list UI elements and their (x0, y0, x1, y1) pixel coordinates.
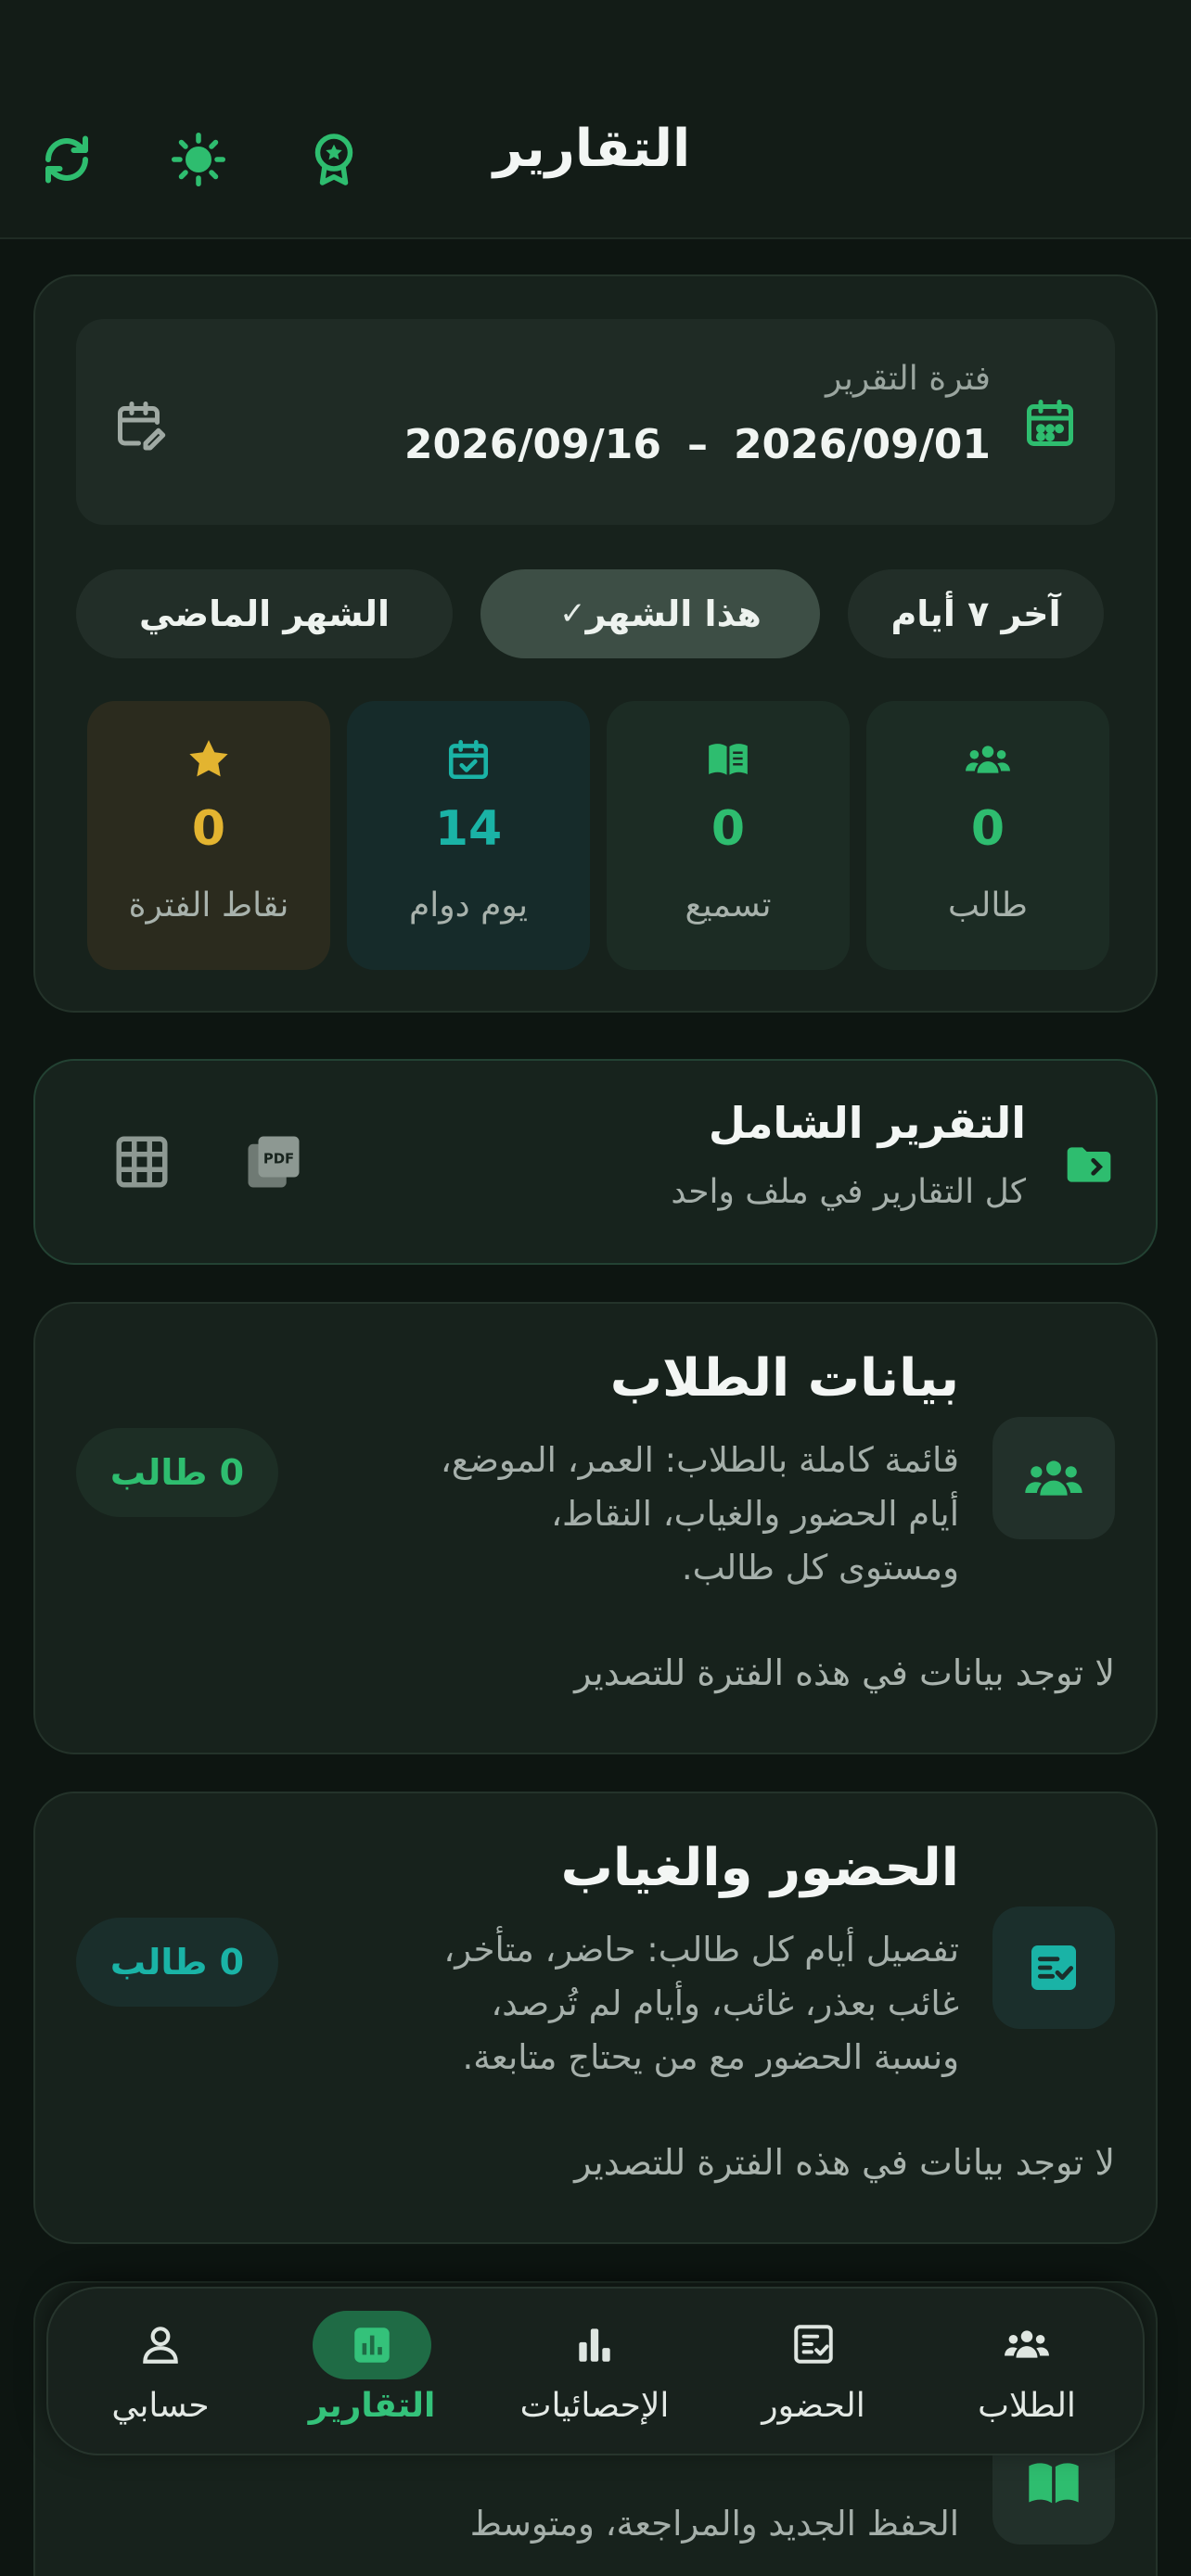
nav-label: حسابي (111, 2387, 210, 2425)
period-from: 2026/09/01 (733, 421, 991, 468)
nav-label: التقارير (308, 2387, 436, 2425)
star-icon (189, 740, 228, 777)
period-filters: آخر ٧ أيام هذا الشهر ✓ الشهر الماضي (76, 569, 1104, 658)
period-card: فترة التقرير 2026/09/16–2026/09/01 آخر ٧… (33, 274, 1158, 1013)
stat-label: تسميع (685, 886, 772, 925)
period-selector[interactable]: فترة التقرير 2026/09/16–2026/09/01 (76, 319, 1115, 525)
nav-attendance[interactable]: الحضور (707, 2289, 920, 2457)
book-icon (709, 744, 748, 775)
stat-value: 0 (970, 801, 1005, 857)
award-badge-icon (314, 134, 353, 185)
period-range: 2026/09/16–2026/09/01 (404, 421, 991, 468)
no-data-message: لا توجد بيانات في هذه الفترة للتصدير (574, 1652, 1115, 1693)
app-bar: التقارير (0, 0, 1191, 239)
users-icon (1005, 2330, 1049, 2358)
period-to: 2026/09/16 (403, 421, 661, 468)
stat-value: 14 (434, 801, 503, 857)
student-count-badge: 0 طالب (76, 1918, 278, 2007)
filter-label: هذا الشهر (585, 593, 762, 634)
stat-value: 0 (191, 801, 226, 857)
nav-label: الطلاب (978, 2387, 1076, 2425)
person-icon (143, 2327, 178, 2364)
bottom-navigation: الطلاب الحضور الإحصائيات التقارير حسابي (46, 2287, 1145, 2455)
report-icon (354, 2327, 390, 2363)
pdf-icon-text: PDF (263, 1150, 294, 1167)
nav-label: الحضور (762, 2387, 865, 2425)
nav-students[interactable]: الطلاب (920, 2289, 1133, 2457)
stat-recitations: 0 تسميع (607, 701, 850, 970)
report-description: الحفظ الجديد والمراجعة، ومتوسط (469, 2504, 959, 2544)
report-description: قائمة كاملة بالطلاب: العمر، الموضع، أيام… (440, 1440, 959, 1588)
nav-label: الإحصائيات (519, 2387, 670, 2425)
student-count-badge: 0 طالب (76, 1428, 278, 1517)
filter-last-7-days[interactable]: آخر ٧ أيام (848, 569, 1104, 658)
folder-export-icon (1067, 1147, 1111, 1182)
stat-value: 0 (711, 801, 746, 857)
book-icon (1029, 2463, 1079, 2504)
pdf-icon: PDF (248, 1136, 300, 1188)
checklist-icon (1031, 1945, 1076, 1990)
check-icon: ✓ (559, 595, 586, 632)
filter-last-month[interactable]: الشهر الماضي (76, 569, 453, 658)
sun-icon (172, 133, 225, 186)
refresh-icon (45, 135, 88, 184)
filter-label: آخر ٧ أيام (890, 593, 1061, 634)
checklist-icon (794, 2325, 833, 2364)
filter-this-month[interactable]: هذا الشهر ✓ (480, 569, 820, 658)
page-title: التقارير (493, 119, 691, 179)
students-report-card[interactable]: بيانات الطلاب قائمة كاملة بالطلاب: العمر… (33, 1302, 1158, 1754)
attendance-report-card[interactable]: الحضور والغياب تفصيل أيام كل طالب: حاضر،… (33, 1792, 1158, 2244)
stat-label: يوم دوام (408, 886, 529, 925)
comprehensive-title: التقرير الشامل (708, 1098, 1026, 1148)
export-pdf-button[interactable]: PDF (243, 1131, 304, 1192)
nav-statistics[interactable]: الإحصائيات (488, 2289, 701, 2457)
calendar-icon (1027, 400, 1073, 446)
stat-label: نقاط الفترة (128, 886, 289, 925)
report-icon-tile (992, 1417, 1115, 1539)
report-description: تفصيل أيام كل طالب: حاضر، متأخر، غائب بع… (443, 1930, 959, 2077)
report-title: الحضور والغياب (560, 1838, 959, 1898)
stat-period-points: 0 نقاط الفترة (87, 701, 330, 970)
comprehensive-subtitle: كل التقارير في ملف واحد (671, 1173, 1026, 1211)
comprehensive-report-card[interactable]: التقرير الشامل كل التقارير في ملف واحد P… (33, 1059, 1158, 1265)
grid-icon (116, 1136, 168, 1188)
stat-students: 0 طالب (866, 701, 1109, 970)
stat-label: طالب (948, 886, 1028, 925)
reports-screen: التقارير فترة التقرير 2026/09/16 – 2026/… (0, 0, 1191, 2576)
stat-work-days: 14 يوم دوام (347, 701, 590, 970)
nav-account[interactable]: حسابي (54, 2289, 267, 2457)
period-separator: – (686, 421, 708, 468)
users-icon (966, 746, 1010, 773)
filter-label: الشهر الماضي (138, 593, 391, 634)
period-label: فترة التقرير (825, 360, 991, 398)
export-excel-button[interactable] (111, 1131, 173, 1192)
no-data-message: لا توجد بيانات في هذه الفترة للتصدير (574, 2142, 1115, 2183)
report-icon-tile (992, 1906, 1115, 2029)
theme-toggle-button[interactable] (167, 128, 230, 191)
report-title: بيانات الطلاب (609, 1348, 959, 1409)
refresh-button[interactable] (35, 128, 98, 191)
calendar-check-icon (448, 739, 489, 780)
edit-calendar-icon[interactable] (113, 397, 169, 453)
achievements-button[interactable] (302, 128, 365, 191)
bar-chart-icon (579, 2328, 610, 2362)
nav-reports[interactable]: التقارير (265, 2289, 479, 2457)
users-icon (1025, 1460, 1082, 1496)
